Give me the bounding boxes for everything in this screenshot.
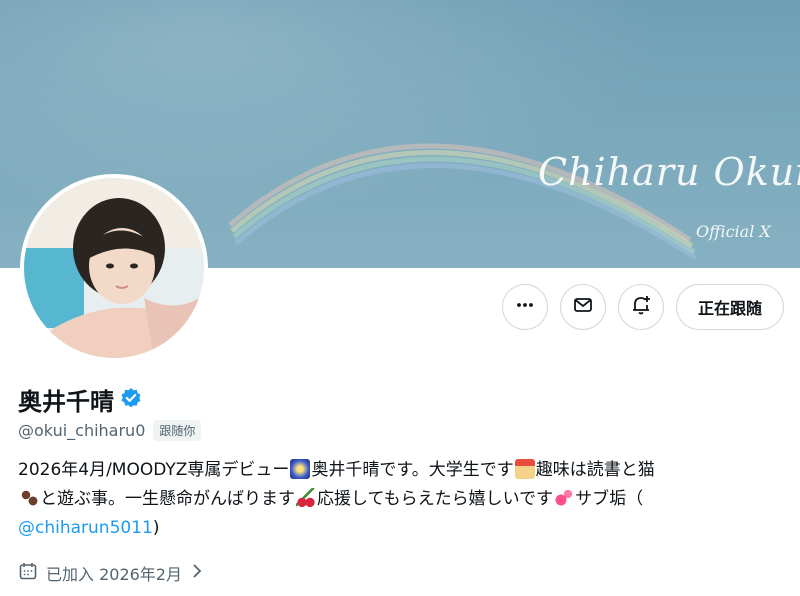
cherries-icon — [296, 488, 316, 508]
more-dots-icon — [515, 295, 535, 319]
name-row: 奥井千晴 — [18, 382, 142, 417]
bio-text-2: 奥井千晴です。大学生です — [311, 460, 514, 480]
calendar-icon — [18, 561, 38, 585]
following-button[interactable]: 正在跟随 — [675, 284, 784, 330]
user-handle: @okui_chiharu0 — [18, 421, 146, 440]
avatar[interactable] — [20, 174, 208, 362]
envelope-icon — [573, 295, 593, 319]
chevron-right-icon — [190, 563, 204, 583]
verified-badge-icon — [120, 387, 142, 413]
joined-date: 已加入 2026年2月 — [46, 565, 182, 584]
bio-text-3: 趣味は読書と猫 — [535, 460, 655, 480]
display-name: 奥井千晴 — [18, 388, 114, 416]
message-button[interactable] — [559, 284, 606, 330]
more-button[interactable] — [501, 284, 548, 330]
paw-prints-icon — [19, 488, 39, 508]
bio-text-4: と遊ぶ事。一生懸命がんばります — [40, 489, 295, 509]
school-icon — [514, 459, 535, 479]
profile-actions: 正在跟随 — [501, 284, 784, 330]
bio-text-7: ) — [152, 518, 160, 538]
bell-plus-icon — [630, 294, 652, 320]
follows-you-badge: 跟随你 — [153, 420, 202, 441]
sub-account-link[interactable]: @chiharun5011 — [18, 518, 153, 538]
bio-text-6: サブ垢（ — [575, 489, 644, 509]
banner-signature-sub: Official X — [696, 222, 771, 241]
notifications-button[interactable] — [617, 284, 664, 330]
two-hearts-icon — [554, 488, 575, 508]
bio-text-1: 2026年4月/MOODYZ専属デビュー — [18, 460, 290, 480]
avatar-photo — [24, 178, 204, 358]
profile-bio: 2026年4月/MOODYZ専属デビュー 奥井千晴です。大学生です 趣味は読書と猫 … — [18, 456, 788, 543]
banner-signature: Chiharu Okui — [538, 150, 800, 194]
joined-date-row[interactable]: 已加入 2026年2月 — [18, 561, 204, 585]
fireworks-icon — [290, 459, 311, 479]
handle-row: @okui_chiharu0 跟随你 — [18, 420, 202, 441]
bio-text-5: 応援してもらえたら嬉しいです — [317, 489, 554, 509]
